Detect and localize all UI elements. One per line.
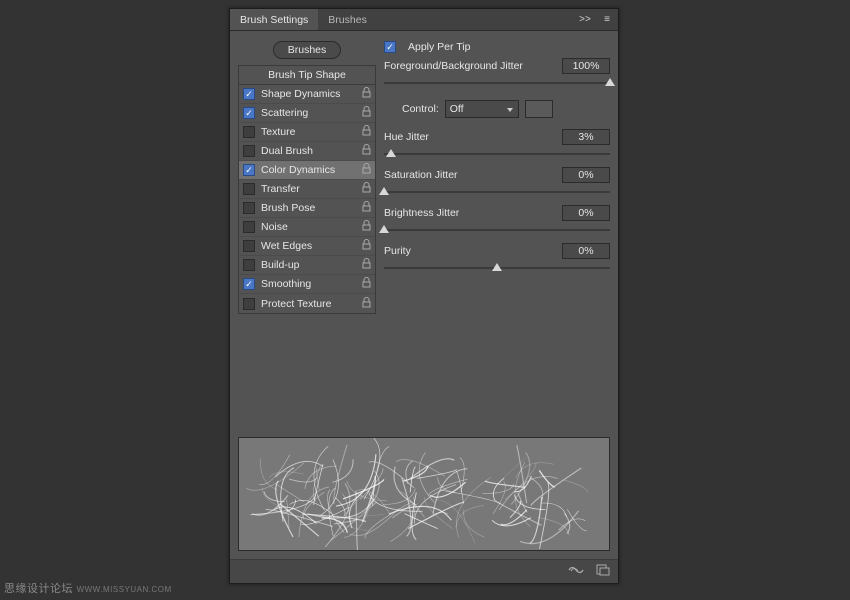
- option-checkbox[interactable]: [243, 183, 255, 195]
- lock-icon[interactable]: [362, 239, 371, 253]
- tab-bar: Brush Settings Brushes >> ≡: [230, 9, 618, 31]
- control-dropdown[interactable]: Off: [445, 100, 519, 118]
- option-checkbox[interactable]: [243, 145, 255, 157]
- slider-thumb[interactable]: [379, 187, 389, 196]
- option-row-transfer[interactable]: Transfer: [239, 180, 375, 199]
- toggle-preview-icon[interactable]: [568, 563, 584, 581]
- brightness-jitter-value[interactable]: 0%: [562, 205, 610, 221]
- slider-thumb[interactable]: [605, 78, 615, 87]
- option-checkbox[interactable]: [243, 278, 255, 290]
- brush-preview: [238, 437, 610, 551]
- option-label: Noise: [261, 221, 358, 233]
- brush-tip-shape-header[interactable]: Brush Tip Shape: [239, 66, 375, 85]
- option-label: Wet Edges: [261, 240, 358, 252]
- option-label: Dual Brush: [261, 145, 358, 157]
- panel-menu-icon[interactable]: ≡: [596, 9, 618, 30]
- option-checkbox[interactable]: [243, 221, 255, 233]
- lock-icon[interactable]: [362, 125, 371, 139]
- panel-footer: [230, 559, 618, 583]
- option-checkbox[interactable]: [243, 126, 255, 138]
- lock-icon[interactable]: [362, 258, 371, 272]
- slider-thumb[interactable]: [386, 149, 396, 158]
- option-checkbox[interactable]: [243, 88, 255, 100]
- option-row-dual-brush[interactable]: Dual Brush: [239, 142, 375, 161]
- hue-jitter-label: Hue Jitter: [384, 131, 562, 143]
- brush-options-list: Brush Tip Shape Shape Dynamics Scattering…: [238, 65, 376, 314]
- option-checkbox[interactable]: [243, 202, 255, 214]
- option-label: Shape Dynamics: [261, 88, 358, 100]
- lock-icon[interactable]: [362, 144, 371, 158]
- hue-jitter-slider[interactable]: [384, 148, 610, 160]
- tab-brushes[interactable]: Brushes: [318, 9, 377, 30]
- option-row-shape-dynamics[interactable]: Shape Dynamics: [239, 85, 375, 104]
- saturation-jitter-label: Saturation Jitter: [384, 169, 562, 181]
- brightness-jitter-label: Brightness Jitter: [384, 207, 562, 219]
- brushes-button[interactable]: Brushes: [273, 41, 342, 59]
- option-row-scattering[interactable]: Scattering: [239, 104, 375, 123]
- watermark: 思缘设计论坛 WWW.MISSYUAN.COM: [4, 580, 172, 596]
- option-row-noise[interactable]: Noise: [239, 218, 375, 237]
- lock-icon[interactable]: [362, 277, 371, 291]
- purity-slider[interactable]: [384, 262, 610, 274]
- option-row-protect-texture[interactable]: Protect Texture: [239, 294, 375, 313]
- option-label: Scattering: [261, 107, 358, 119]
- collapse-icon[interactable]: >>: [574, 9, 596, 30]
- slider-thumb[interactable]: [492, 263, 502, 272]
- option-row-brush-pose[interactable]: Brush Pose: [239, 199, 375, 218]
- brush-settings-panel: Brush Settings Brushes >> ≡ Brushes Brus…: [229, 8, 619, 584]
- options-column: Brushes Brush Tip Shape Shape Dynamics Sc…: [238, 37, 376, 314]
- control-label: Control:: [402, 103, 439, 115]
- option-label: Transfer: [261, 183, 358, 195]
- lock-icon[interactable]: [362, 297, 371, 311]
- option-row-build-up[interactable]: Build-up: [239, 256, 375, 275]
- option-row-smoothing[interactable]: Smoothing: [239, 275, 375, 294]
- apply-per-tip-checkbox[interactable]: [384, 41, 396, 53]
- apply-per-tip-label: Apply Per Tip: [408, 41, 470, 53]
- option-label: Protect Texture: [261, 298, 358, 310]
- control-pencil-box[interactable]: [525, 100, 553, 118]
- fg-bg-jitter-label: Foreground/Background Jitter: [384, 60, 562, 72]
- fg-bg-jitter-value[interactable]: 100%: [562, 58, 610, 74]
- slider-thumb[interactable]: [379, 225, 389, 234]
- saturation-jitter-value[interactable]: 0%: [562, 167, 610, 183]
- lock-icon[interactable]: [362, 220, 371, 234]
- hue-jitter-value[interactable]: 3%: [562, 129, 610, 145]
- lock-icon[interactable]: [362, 182, 371, 196]
- option-label: Build-up: [261, 259, 358, 271]
- option-label: Color Dynamics: [261, 164, 358, 176]
- lock-icon[interactable]: [362, 87, 371, 101]
- fg-bg-jitter-slider[interactable]: [384, 77, 610, 89]
- brightness-jitter-slider[interactable]: [384, 224, 610, 236]
- lock-icon[interactable]: [362, 201, 371, 215]
- purity-label: Purity: [384, 245, 562, 257]
- option-label: Brush Pose: [261, 202, 358, 214]
- new-preset-icon[interactable]: [596, 563, 610, 581]
- saturation-jitter-slider[interactable]: [384, 186, 610, 198]
- option-checkbox[interactable]: [243, 164, 255, 176]
- lock-icon[interactable]: [362, 163, 371, 177]
- option-checkbox[interactable]: [243, 240, 255, 252]
- option-row-wet-edges[interactable]: Wet Edges: [239, 237, 375, 256]
- option-checkbox[interactable]: [243, 107, 255, 119]
- purity-value[interactable]: 0%: [562, 243, 610, 259]
- option-row-color-dynamics[interactable]: Color Dynamics: [239, 161, 375, 180]
- option-label: Texture: [261, 126, 358, 138]
- lock-icon[interactable]: [362, 106, 371, 120]
- color-dynamics-controls: Apply Per Tip Foreground/Background Jitt…: [384, 37, 610, 314]
- tab-brush-settings[interactable]: Brush Settings: [230, 9, 318, 30]
- option-checkbox[interactable]: [243, 259, 255, 271]
- option-row-texture[interactable]: Texture: [239, 123, 375, 142]
- option-checkbox[interactable]: [243, 298, 255, 310]
- option-label: Smoothing: [261, 278, 358, 290]
